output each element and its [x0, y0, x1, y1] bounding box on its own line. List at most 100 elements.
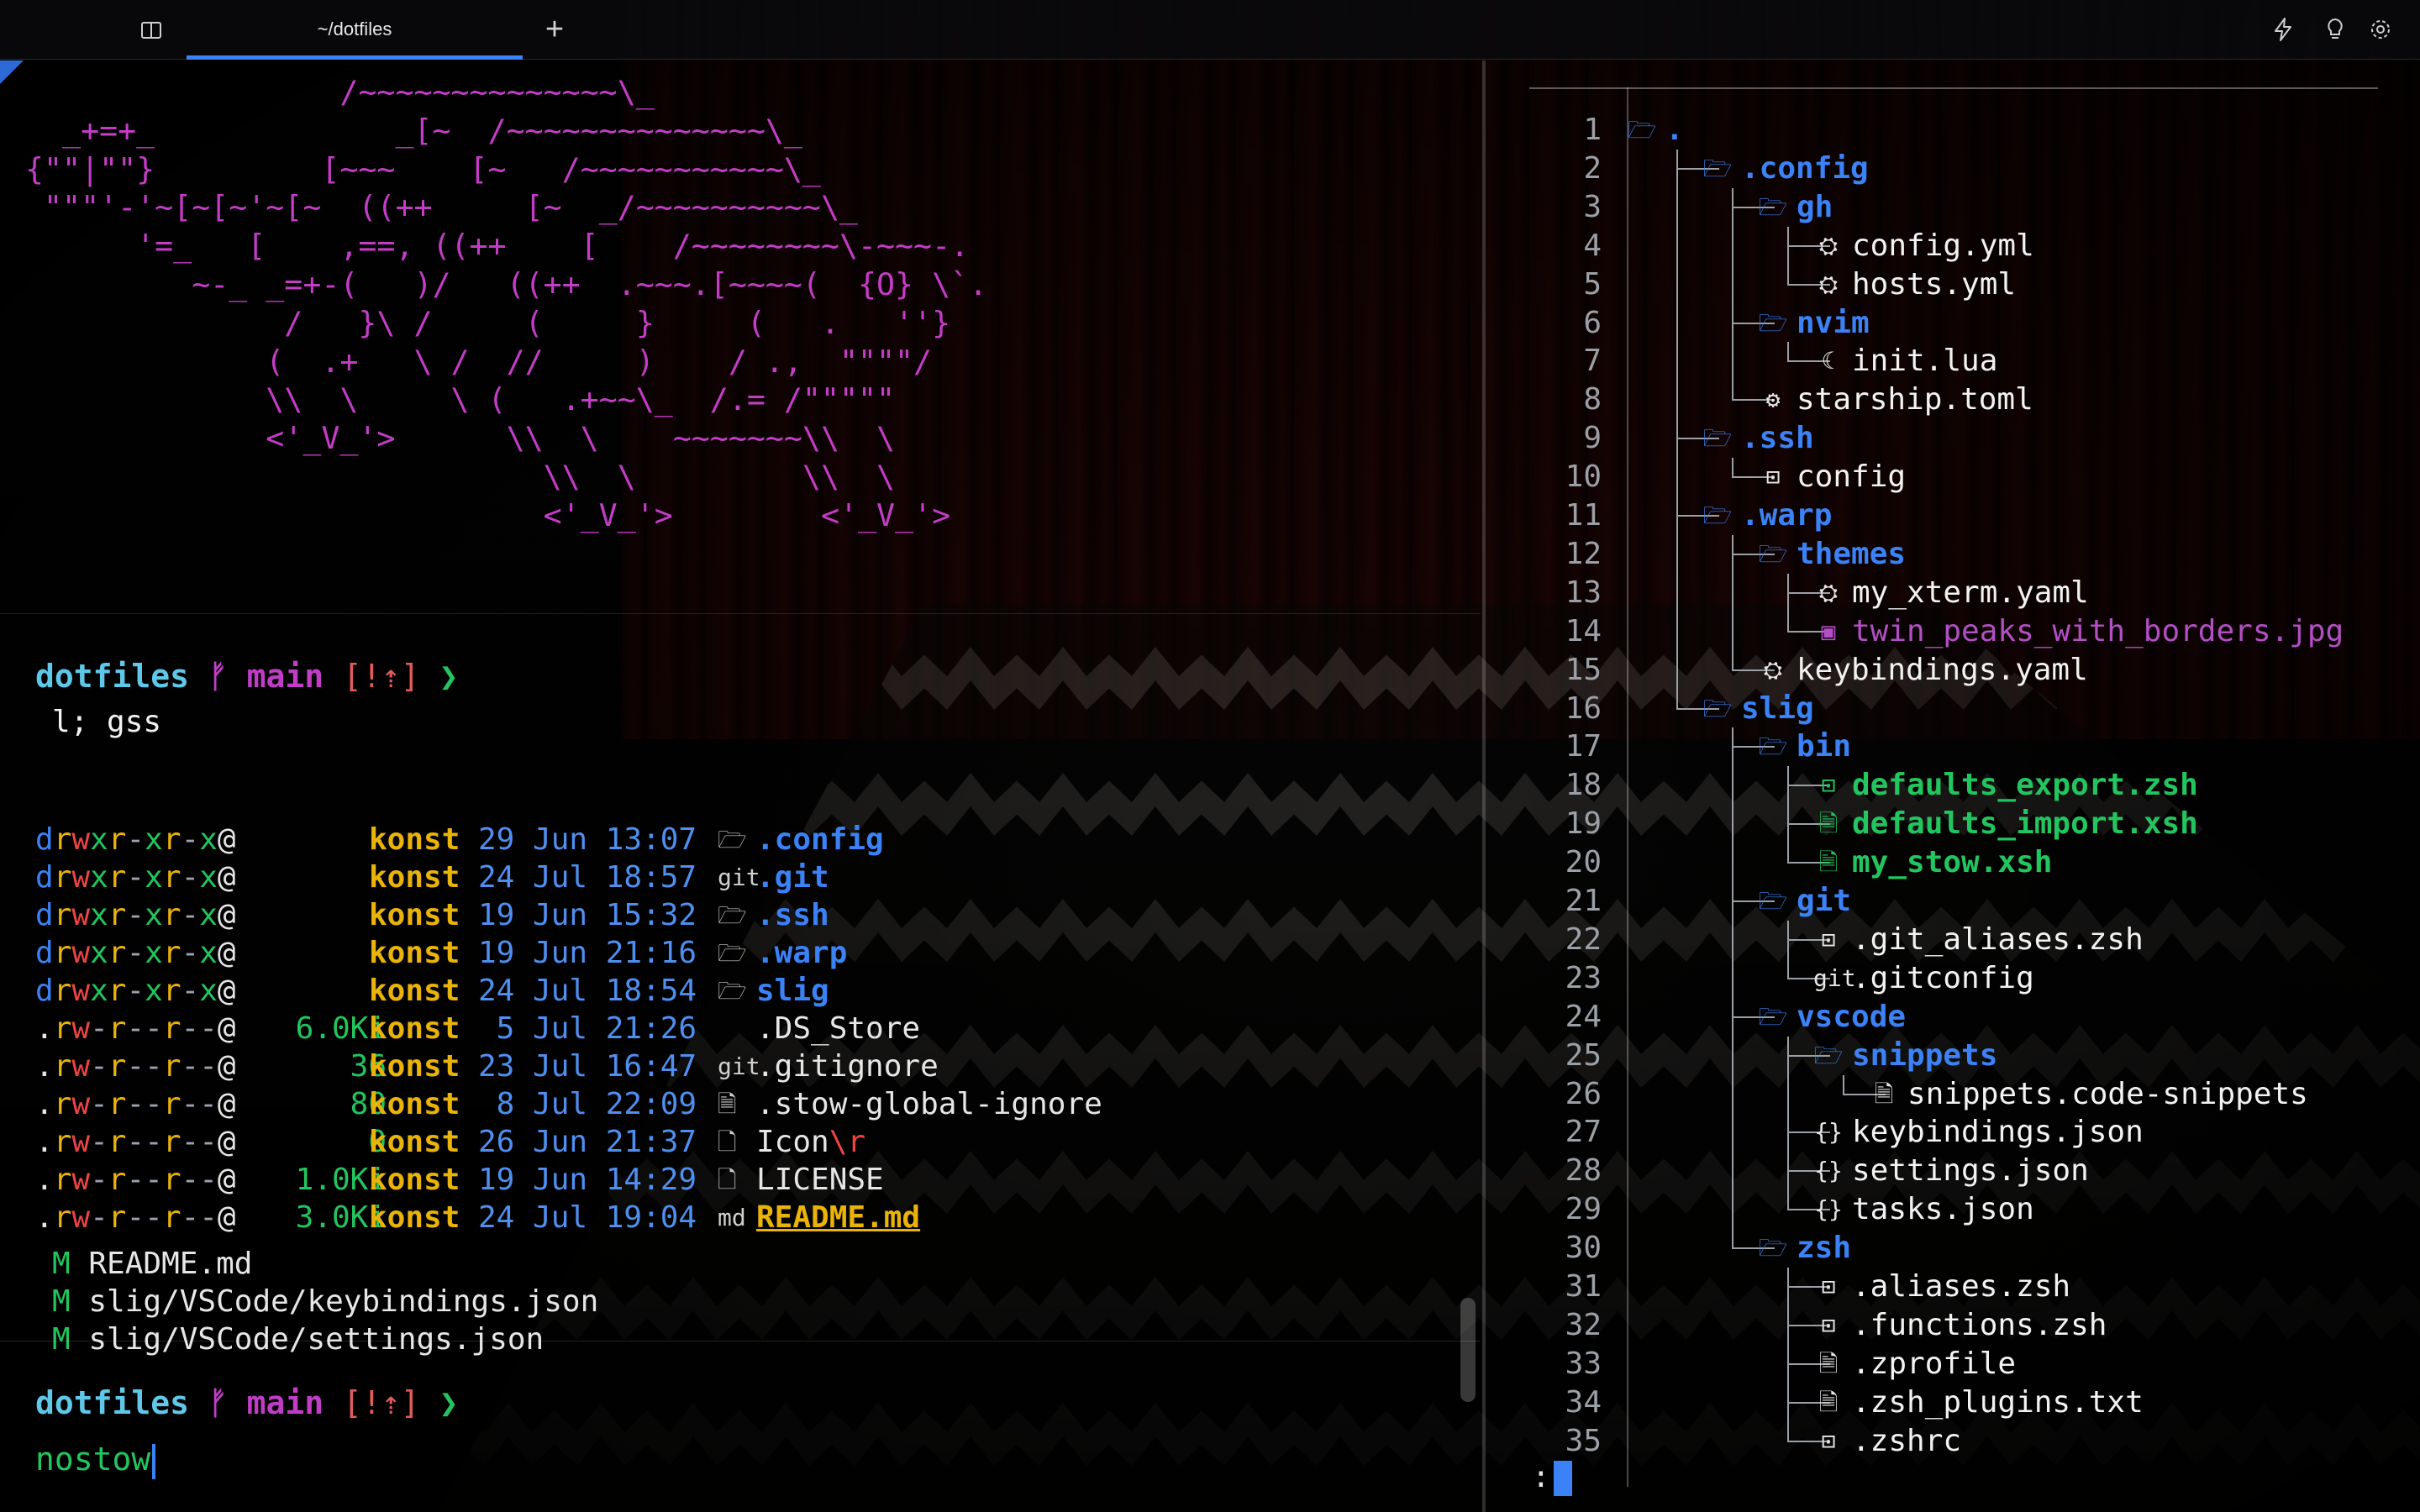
file-owner: konst: [369, 860, 460, 895]
file-size: -: [368, 860, 387, 895]
tree-row: 21 🗁 git: [1486, 882, 2420, 921]
file-icon: ⊡: [1821, 771, 1836, 800]
file-date: 19 Jun 15:32: [478, 898, 697, 932]
git-file[interactable]: README.md: [88, 1247, 252, 1281]
tree-file-name[interactable]: snippets.code-snippets: [1907, 1075, 2308, 1114]
file-name[interactable]: Icon \r: [756, 1123, 865, 1162]
file-owner: konst: [369, 1049, 460, 1084]
file-date: 19 Jun 14:29: [478, 1163, 697, 1197]
lightbulb-icon[interactable]: [2321, 15, 2349, 44]
permissions: .rw-r--r--@: [35, 1163, 236, 1197]
folder-icon: 🗁: [1702, 501, 1733, 529]
ls-row: drwxr-xr-x@ - konst 24 Jul 18:54 🗁 slig: [35, 972, 1212, 1011]
tree-row: 9 🗁 .ssh: [1486, 419, 2420, 459]
file-name[interactable]: slig: [756, 972, 829, 1011]
tree-file-name[interactable]: starship.toml: [1797, 381, 2033, 419]
tree-dir-name[interactable]: git: [1797, 882, 1851, 921]
tree-row: 5 ⛭ hosts.yml: [1486, 265, 2420, 304]
tab-dotfiles[interactable]: ~/dotfiles: [187, 0, 523, 59]
new-tab-button[interactable]: +: [538, 10, 571, 49]
tree-file-name[interactable]: .zshrc: [1852, 1422, 1961, 1461]
tree-dir-name[interactable]: vscode: [1797, 998, 1906, 1037]
lightning-icon[interactable]: [2269, 15, 2297, 44]
file-owner: konst: [369, 1200, 460, 1235]
tree-dir-name[interactable]: zsh: [1797, 1229, 1851, 1268]
file-icon: 🗎: [1818, 1349, 1839, 1378]
tree-file-name[interactable]: hosts.yml: [1852, 265, 2016, 304]
git-file[interactable]: slig/VSCode/settings.json: [88, 1322, 544, 1357]
tree-file-name[interactable]: config: [1797, 458, 1906, 496]
file-size: -: [368, 822, 387, 857]
tree-dir-name[interactable]: .: [1665, 111, 1684, 150]
tree-file-name[interactable]: defaults_import.xsh: [1852, 805, 2198, 843]
file-owner: konst: [369, 1125, 460, 1159]
terminal-left-pane[interactable]: /~~~~~~~~~~~~~~\_ _+=+_ _[~ /~~~~~~~~~~~…: [0, 60, 1481, 1512]
tree-file-name[interactable]: keybindings.yaml: [1797, 651, 2088, 690]
tree-file-name[interactable]: init.lua: [1852, 342, 1997, 381]
tree-row: 16 🗁 slig: [1486, 689, 2420, 728]
command-text[interactable]: l; gss: [52, 703, 161, 742]
file-name[interactable]: LICENSE: [756, 1161, 884, 1200]
prompt-arrow-icon: ❯: [439, 1384, 459, 1421]
block-divider: [0, 613, 1481, 614]
file-name[interactable]: .stow-global-ignore: [756, 1085, 1102, 1124]
tree-file-name[interactable]: .git_aliases.zsh: [1852, 921, 2144, 959]
file-name[interactable]: .warp: [756, 934, 847, 973]
settings-gear-icon[interactable]: [2366, 15, 2395, 44]
tree-file-name[interactable]: .zsh_plugins.txt: [1852, 1383, 2144, 1422]
tree-file-name[interactable]: config.yml: [1852, 227, 2034, 265]
tree-file-name[interactable]: my_xterm.yaml: [1852, 574, 2089, 612]
file-name[interactable]: .git: [756, 858, 829, 897]
file-name[interactable]: .gitignore: [756, 1047, 939, 1086]
file-icon: ☾: [1821, 347, 1836, 375]
tree-row: 15 ⛭ keybindings.yaml: [1486, 650, 2420, 690]
pager-prompt[interactable]: :: [1532, 1458, 1572, 1497]
tree-dir-name[interactable]: themes: [1797, 535, 1906, 574]
command-input-value[interactable]: nostow: [35, 1441, 150, 1478]
tree-dir-name[interactable]: slig: [1741, 690, 1814, 728]
tree-row: 23 git .gitconfig: [1486, 958, 2420, 998]
file-name[interactable]: README.md: [756, 1199, 920, 1237]
file-date: 8 Jul 22:09: [478, 1087, 697, 1121]
tree-row: 13 ⛭ my_xterm.yaml: [1486, 573, 2420, 612]
file-name[interactable]: .DS_Store: [756, 1010, 920, 1048]
tree-dir-name[interactable]: snippets: [1852, 1037, 1997, 1075]
tree-file-name[interactable]: settings.json: [1852, 1152, 2089, 1190]
tree-file-name[interactable]: .gitconfig: [1852, 959, 2034, 998]
folder-icon: 🗁: [1813, 1041, 1844, 1069]
tree-dir-name[interactable]: .ssh: [1741, 419, 1814, 458]
tree-dir-name[interactable]: gh: [1797, 188, 1833, 227]
ascii-art-banner: /~~~~~~~~~~~~~~\_ _+=+_ _[~ /~~~~~~~~~~~…: [25, 74, 988, 533]
file-owner: konst: [369, 936, 460, 970]
tree-dir-name[interactable]: .warp: [1741, 496, 1832, 535]
file-type-icon: 🗎: [718, 1090, 737, 1118]
file-type-icon: 🗁: [718, 826, 747, 853]
tree-file-name[interactable]: my_stow.xsh: [1852, 843, 2052, 882]
tree-guides: [1676, 458, 1775, 497]
tree-file-name[interactable]: defaults_export.zsh: [1852, 766, 2198, 805]
folder-icon: 🗁: [1758, 539, 1788, 568]
tree-dir-name[interactable]: bin: [1797, 727, 1851, 766]
git-file[interactable]: slig/VSCode/keybindings.json: [88, 1284, 598, 1319]
tree-file-name[interactable]: tasks.json: [1852, 1190, 2034, 1229]
tree-file-name[interactable]: .aliases.zsh: [1852, 1268, 2070, 1306]
permissions: drwxr-xr-x@: [35, 936, 236, 970]
tree-file-name[interactable]: twin_peaks_with_borders.jpg: [1852, 612, 2344, 651]
file-size: 0: [368, 1125, 387, 1159]
tree-row: 31 ⊡ .aliases.zsh: [1486, 1268, 2420, 1306]
prompt-arrow-icon: ❯: [439, 658, 459, 695]
tree-file-name[interactable]: keybindings.json: [1852, 1113, 2144, 1152]
command-input[interactable]: nostow: [35, 1440, 156, 1479]
folder-icon: 🗁: [1702, 154, 1733, 182]
file-name[interactable]: .ssh: [756, 896, 829, 935]
file-size: 80: [350, 1087, 387, 1121]
terminal-right-pane[interactable]: 1 🗁. 2 🗁 .config 3 🗁 gh 4 ⛭ config.yml 5 ⛭ hosts.yml 6…: [1486, 60, 2420, 1512]
file-size: 6.0Ki: [295, 1011, 387, 1046]
tree-dir-name[interactable]: .config: [1741, 150, 1869, 188]
panel-icon[interactable]: [138, 17, 165, 44]
scrollbar[interactable]: [1460, 1298, 1476, 1402]
tree-file-name[interactable]: .functions.zsh: [1852, 1306, 2107, 1345]
tree-file-name[interactable]: .zprofile: [1852, 1345, 2016, 1383]
file-name[interactable]: .config: [756, 821, 884, 859]
tree-dir-name[interactable]: nvim: [1797, 304, 1870, 343]
